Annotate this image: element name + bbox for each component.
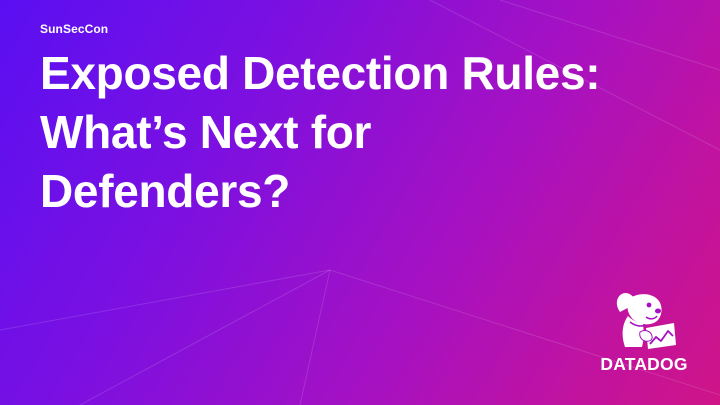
slide-title-line-3: Defenders?	[40, 165, 291, 217]
datadog-dog-icon	[616, 293, 676, 349]
title-slide: SunSecCon Exposed Detection Rules: What’…	[0, 0, 720, 405]
datadog-wordmark: DATADOG	[600, 354, 688, 374]
datadog-logo: DATADOG	[596, 292, 692, 382]
slide-title-line-1: Exposed Detection Rules:	[40, 47, 601, 99]
slide-title-line-2: What’s Next for	[40, 106, 372, 158]
slide-title: Exposed Detection Rules: What’s Next for…	[40, 44, 680, 221]
event-name: SunSecCon	[40, 22, 109, 36]
